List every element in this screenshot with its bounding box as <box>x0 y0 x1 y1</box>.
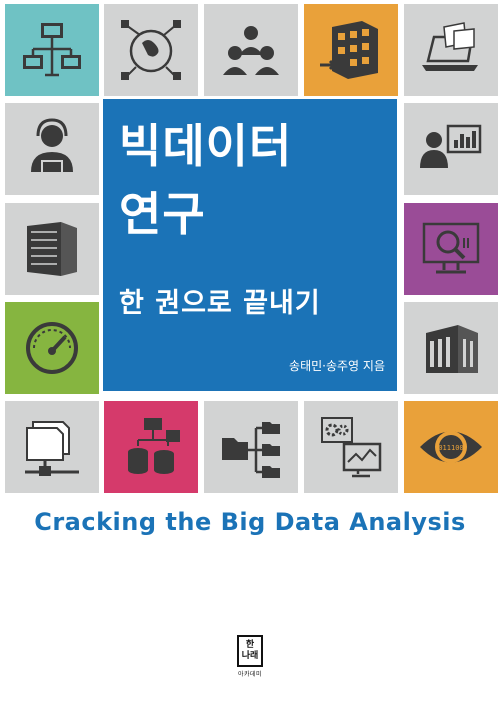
server-rack-icon <box>27 222 77 276</box>
authors: 송태민·송주영 지음 <box>289 359 385 373</box>
building-cubes-icon <box>320 21 378 79</box>
globe-network-icon <box>121 20 181 80</box>
tile-analyst <box>404 103 498 195</box>
datacenter-building-icon <box>426 325 478 373</box>
tile-gears <box>304 401 398 493</box>
tile-database <box>104 401 198 493</box>
tile-laptop-docs <box>404 4 498 96</box>
tile-magnify <box>404 203 498 295</box>
publisher-name: 아카데미 <box>237 671 263 678</box>
title-line3: 한 권으로 끝내기 <box>119 288 321 319</box>
title-line1: 빅데이터 <box>119 119 293 173</box>
tile-speedometer <box>5 302 99 394</box>
magnify-data-icon <box>422 222 480 274</box>
network-computers-icon <box>23 23 81 77</box>
analyst-chart-icon <box>420 124 482 168</box>
database-hierarchy-icon <box>128 418 180 474</box>
tile-operator <box>5 103 99 195</box>
publisher-logo-line2: 나래 <box>241 651 259 661</box>
title-line2: 연구 <box>119 187 206 241</box>
folder-tree-icon <box>222 422 280 478</box>
speedometer-icon <box>26 322 78 374</box>
svg-text:011100: 011100 <box>438 444 463 452</box>
tile-people <box>204 4 298 96</box>
tile-datacenter <box>404 302 498 394</box>
tile-eye: 011100 <box>404 401 498 493</box>
tile-network <box>5 4 99 96</box>
tile-globe <box>104 4 198 96</box>
headset-operator-icon <box>31 118 73 174</box>
folders-network-icon <box>25 421 79 476</box>
gears-dashboard-icon <box>321 417 382 478</box>
people-group-icon <box>223 26 279 75</box>
tile-folders <box>5 401 99 493</box>
tile-building-cubes <box>304 4 398 96</box>
publisher-mark: 한 나래 <box>237 635 263 667</box>
publisher-logo-line1: 한 <box>245 640 255 650</box>
laptop-documents-icon <box>422 22 478 71</box>
eye-binary-icon: 011100 <box>420 431 482 463</box>
publisher-logo: 한 나래 아카데미 <box>230 635 270 687</box>
title-panel: 빅데이터 연구 한 권으로 끝내기 송태민·송주영 지음 <box>103 99 397 391</box>
tile-server <box>5 203 99 295</box>
tile-folder-tree <box>204 401 298 493</box>
english-title: Cracking the Big Data Analysis <box>34 508 466 536</box>
